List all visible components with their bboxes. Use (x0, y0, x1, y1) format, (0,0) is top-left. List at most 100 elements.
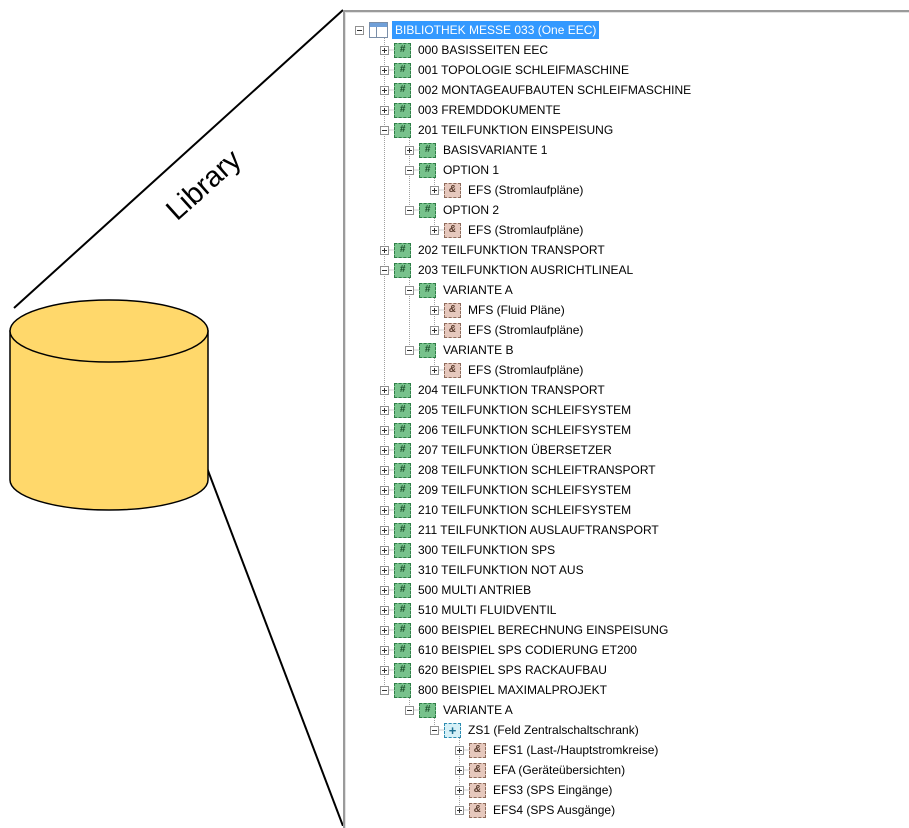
collapse-minus-icon[interactable] (380, 685, 389, 695)
expand-plus-icon[interactable] (380, 485, 389, 495)
tree-node[interactable]: #211 TEILFUNKTION AUSLAUFTRANSPORT (380, 520, 662, 540)
expand-plus-icon[interactable] (455, 805, 464, 815)
ampersand-icon: & (444, 302, 461, 318)
expand-plus-icon[interactable] (380, 245, 389, 255)
vertical-scrollbar[interactable] (897, 12, 909, 828)
expand-plus-icon[interactable] (380, 625, 389, 635)
hash-icon: # (419, 142, 436, 158)
expand-plus-icon[interactable] (380, 425, 389, 435)
expand-plus-icon[interactable] (380, 665, 389, 675)
tree-node[interactable]: #201 TEILFUNKTION EINSPEISUNG (380, 120, 616, 140)
expand-plus-icon[interactable] (430, 365, 439, 375)
expand-plus-icon[interactable] (430, 225, 439, 235)
tree-node[interactable]: & EFS (Stromlaufpläne) (430, 220, 586, 240)
tree-node[interactable]: #500 MULTI ANTRIEB (380, 580, 534, 600)
expand-plus-icon[interactable] (380, 65, 389, 75)
tree-node[interactable]: #510 MULTI FLUIDVENTIL (380, 600, 559, 620)
expand-plus-icon[interactable] (380, 645, 389, 655)
expand-plus-icon[interactable] (455, 785, 464, 795)
tree-node[interactable]: #310 TEILFUNKTION NOT AUS (380, 560, 587, 580)
tree-node[interactable]: # BASISVARIANTE 1 (405, 140, 550, 160)
tree-node[interactable]: & EFA (Geräteübersichten) (455, 760, 628, 780)
expand-plus-icon[interactable] (380, 565, 389, 575)
collapse-minus-icon[interactable] (355, 25, 364, 35)
collapse-minus-icon[interactable] (430, 725, 439, 735)
collapse-minus-icon[interactable] (405, 345, 414, 355)
hash-icon: # (394, 122, 411, 138)
tree-node[interactable]: & MFS (Fluid Pläne) (430, 300, 568, 320)
tree-node[interactable]: #203 TEILFUNKTION AUSRICHTLINEAL (380, 260, 636, 280)
expand-plus-icon[interactable] (380, 465, 389, 475)
hash-icon: # (394, 582, 411, 598)
hash-icon: # (419, 702, 436, 718)
expand-plus-icon[interactable] (430, 305, 439, 315)
tree-node-label: 202 TEILFUNKTION TRANSPORT (418, 243, 605, 257)
tree-node[interactable]: # VARIANTE A (405, 280, 516, 300)
expand-plus-icon[interactable] (380, 545, 389, 555)
tree-node[interactable]: #210 TEILFUNKTION SCHLEIFSYSTEM (380, 500, 634, 520)
expand-plus-icon[interactable] (380, 605, 389, 615)
hash-icon: # (394, 402, 411, 418)
hash-icon: # (419, 202, 436, 218)
tree-node[interactable]: #204 TEILFUNKTION TRANSPORT (380, 380, 608, 400)
expand-plus-icon[interactable] (405, 145, 414, 155)
tree-node[interactable]: #208 TEILFUNKTION SCHLEIFTRANSPORT (380, 460, 659, 480)
tree-node[interactable]: # OPTION 2 (405, 200, 502, 220)
tree-node[interactable]: #209 TEILFUNKTION SCHLEIFSYSTEM (380, 480, 634, 500)
tree-node[interactable]: + ZS1 (Feld Zentralschaltschrank) (430, 720, 642, 740)
tree-node[interactable]: # VARIANTE B (405, 340, 516, 360)
tree-node[interactable]: & EFS4 (SPS Ausgänge) (455, 800, 618, 820)
tree-node[interactable]: #202 TEILFUNKTION TRANSPORT (380, 240, 608, 260)
library-tree-panel[interactable]: BIBLIOTHEK MESSE 033 (One EEC) #000 BASIS… (343, 10, 909, 828)
tree-node[interactable]: #000 BASISSEITEN EEC (380, 40, 551, 60)
collapse-minus-icon[interactable] (405, 205, 414, 215)
tree-node[interactable]: & EFS (Stromlaufpläne) (430, 320, 586, 340)
hash-icon: # (394, 562, 411, 578)
hash-icon: # (394, 642, 411, 658)
collapse-minus-icon[interactable] (380, 125, 389, 135)
expand-plus-icon[interactable] (430, 325, 439, 335)
expand-plus-icon[interactable] (455, 765, 464, 775)
tree-node-label: ZS1 (Feld Zentralschaltschrank) (468, 723, 639, 737)
expand-plus-icon[interactable] (380, 45, 389, 55)
tree-node[interactable]: #600 BEISPIEL BERECHNUNG EINSPEISUNG (380, 620, 671, 640)
tree-node[interactable]: #001 TOPOLOGIE SCHLEIFMASCHINE (380, 60, 632, 80)
tree-node[interactable]: # VARIANTE A (405, 700, 516, 720)
expand-plus-icon[interactable] (380, 585, 389, 595)
tree-node[interactable]: # OPTION 1 (405, 160, 502, 180)
tree-node[interactable]: & EFS1 (Last-/Hauptstromkreise) (455, 740, 661, 760)
tree-node[interactable]: #620 BEISPIEL SPS RACKAUFBAU (380, 660, 610, 680)
collapse-minus-icon[interactable] (380, 265, 389, 275)
expand-plus-icon[interactable] (380, 505, 389, 515)
expand-plus-icon[interactable] (380, 445, 389, 455)
hash-icon: # (394, 682, 411, 698)
ampersand-icon: & (444, 182, 461, 198)
collapse-minus-icon[interactable] (405, 285, 414, 295)
tree-node[interactable]: #207 TEILFUNKTION ÜBERSETZER (380, 440, 615, 460)
expand-plus-icon[interactable] (380, 405, 389, 415)
tree-node-label: 610 BEISPIEL SPS CODIERUNG ET200 (418, 643, 637, 657)
collapse-minus-icon[interactable] (405, 705, 414, 715)
expand-plus-icon[interactable] (430, 185, 439, 195)
tree-node[interactable]: & EFS3 (SPS Eingänge) (455, 780, 615, 800)
tree-node[interactable]: #610 BEISPIEL SPS CODIERUNG ET200 (380, 640, 640, 660)
tree-node[interactable]: #800 BEISPIEL MAXIMALPROJEKT (380, 680, 610, 700)
tree-node-label: BIBLIOTHEK MESSE 033 (One EEC) (392, 21, 600, 39)
hash-icon: # (394, 242, 411, 258)
expand-plus-icon[interactable] (380, 105, 389, 115)
expand-plus-icon[interactable] (380, 525, 389, 535)
tree-node[interactable]: #206 TEILFUNKTION SCHLEIFSYSTEM (380, 420, 634, 440)
tree-node[interactable]: #002 MONTAGEAUFBAUTEN SCHLEIFMASCHINE (380, 80, 694, 100)
tree-node[interactable]: BIBLIOTHEK MESSE 033 (One EEC) (355, 20, 600, 40)
tree-node[interactable]: & EFS (Stromlaufpläne) (430, 180, 586, 200)
tree-node[interactable]: & EFS (Stromlaufpläne) (430, 360, 586, 380)
expand-plus-icon[interactable] (455, 745, 464, 755)
tree-node[interactable]: #300 TEILFUNKTION SPS (380, 540, 558, 560)
collapse-minus-icon[interactable] (405, 165, 414, 175)
expand-plus-icon[interactable] (380, 385, 389, 395)
tree-node[interactable]: #205 TEILFUNKTION SCHLEIFSYSTEM (380, 400, 634, 420)
tree-node-label: VARIANTE A (443, 703, 513, 717)
tree-node[interactable]: #003 FREMDDOKUMENTE (380, 100, 564, 120)
tree-node-label: OPTION 1 (443, 163, 500, 177)
expand-plus-icon[interactable] (380, 85, 389, 95)
